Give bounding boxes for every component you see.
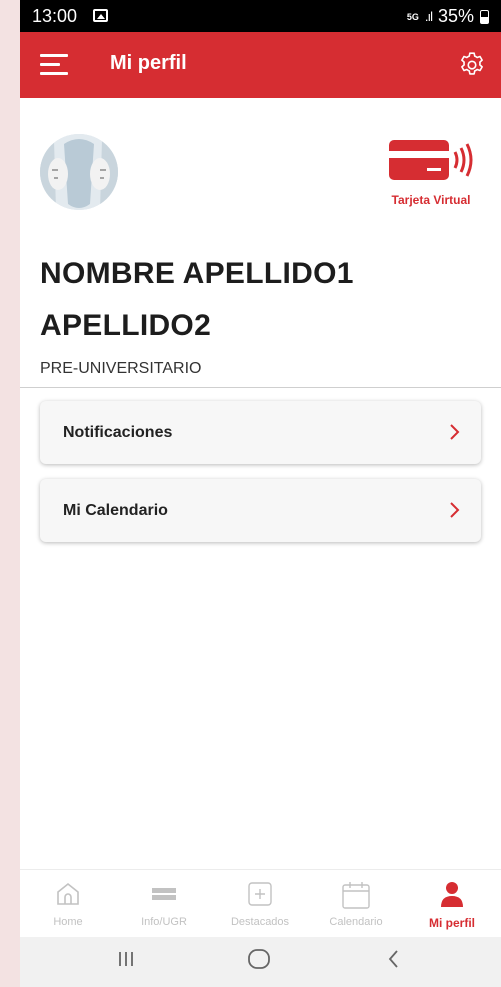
calendar-label: Mi Calendario [63,502,168,519]
page-title: Mi perfil [110,52,187,74]
notifications-item[interactable]: Notificaciones [40,401,481,464]
signal-icon: .ıl [424,9,433,24]
status-time: 13:00 [32,6,78,26]
avatar[interactable] [40,134,118,210]
chevron-right-icon [450,502,460,518]
nav-calendar[interactable]: Calendario [308,870,404,938]
status-right: 5G .ıl 35% [407,6,489,27]
network-type: 5G [406,11,419,22]
home-button-icon[interactable] [246,947,272,971]
virtual-card-label: Tarjeta Virtual [391,193,471,207]
phone-screen: 13:00 5G .ıl 35% Mi perfil Tarjeta Virtu… [20,0,501,987]
calendar-item[interactable]: Mi Calendario [40,479,481,542]
info-icon [152,888,176,900]
nav-calendar-label: Calendario [329,916,383,928]
calendar-icon [342,882,370,909]
gear-icon[interactable] [457,50,487,80]
nav-destacados[interactable]: Destacados [212,870,308,938]
nav-home-label: Home [53,916,83,928]
nav-info-label: Info/UGR [141,916,187,928]
divider [20,387,501,388]
recent-apps-icon[interactable] [114,947,138,971]
app-bar: Mi perfil [20,32,501,98]
nav-profile-label: Mi perfil [428,916,475,930]
back-icon[interactable] [382,947,406,971]
nav-info[interactable]: Info/UGR [116,870,212,938]
plus-square-icon [248,882,272,906]
nav-destacados-label: Destacados [230,916,290,928]
battery-icon [480,9,489,24]
system-nav-bar [20,937,501,987]
menu-icon[interactable] [40,54,70,76]
notifications-label: Notificaciones [63,424,173,441]
virtual-card-button[interactable]: Tarjeta Virtual [387,140,475,210]
gallery-notification-icon [93,9,108,22]
chevron-right-icon [450,424,460,440]
bottom-nav: Home Info/UGR Destacados Calendario Mi p… [20,869,501,938]
user-name: NOMBRE APELLIDO1 APELLIDO2 [40,257,354,342]
nav-home[interactable]: Home [20,870,116,938]
home-icon [57,882,79,905]
user-icon [441,882,463,907]
nav-profile[interactable]: Mi perfil [404,870,500,938]
battery-percent: 35% [437,6,474,26]
user-role: PRE-UNIVERSITARIO [40,360,202,377]
status-bar: 13:00 5G .ıl 35% [20,0,501,32]
contactless-card-icon [389,140,473,180]
